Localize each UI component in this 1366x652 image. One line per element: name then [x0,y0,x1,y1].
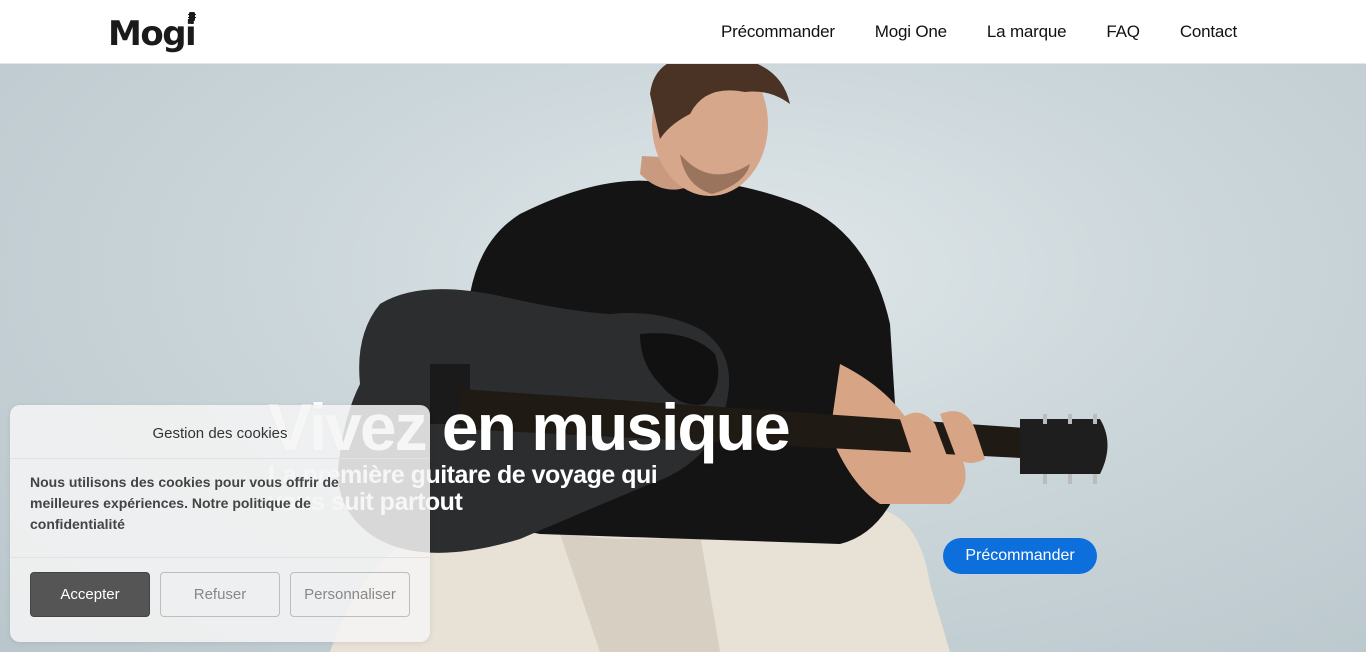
site-header: Mogi Précommander Mogi One La marque FAQ… [0,0,1366,64]
nav-la-marque[interactable]: La marque [987,22,1067,42]
nav-contact[interactable]: Contact [1180,22,1237,42]
guitar-headstock-icon [188,12,196,24]
refuse-cookies-button[interactable]: Refuser [160,572,280,617]
cookie-divider [10,557,430,558]
logo-text: Mogi [108,14,197,54]
nav-precommander[interactable]: Précommander [721,22,835,42]
accept-cookies-button[interactable]: Accepter [30,572,150,617]
nav-faq[interactable]: FAQ [1106,22,1140,42]
cookie-banner: Gestion des cookies Nous utilisons des c… [10,405,430,642]
main-nav: Précommander Mogi One La marque FAQ Cont… [721,0,1237,64]
preorder-button[interactable]: Précommander [943,538,1097,574]
mogi-logo[interactable]: Mogi [108,10,197,54]
cookie-banner-text: Nous utilisons des cookies pour vous off… [30,474,339,532]
cookie-banner-title: Gestion des cookies [10,405,430,459]
customize-cookies-button[interactable]: Personnaliser [290,572,410,617]
nav-mogi-one[interactable]: Mogi One [875,22,947,42]
